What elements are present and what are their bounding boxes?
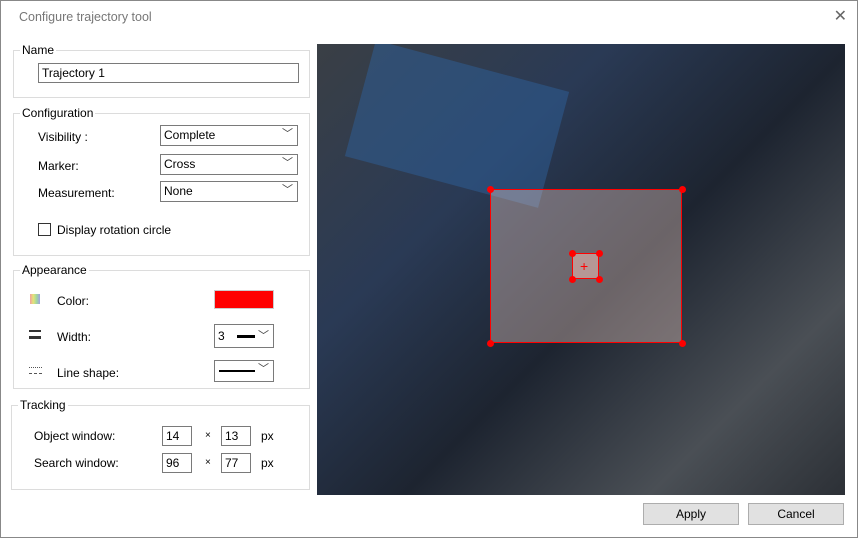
tracking-label: Tracking: [18, 398, 68, 412]
resize-handle[interactable]: [595, 249, 603, 257]
chevron-down-icon: ﹀: [258, 330, 269, 342]
chevron-down-icon: ﹀: [282, 128, 293, 140]
visibility-select[interactable]: Complete ﹀: [160, 125, 298, 146]
width-label: Width:: [57, 330, 92, 344]
resize-handle[interactable]: [568, 249, 576, 257]
appearance-group: Appearance Color: Width: 3 ﹀ Line shape: …: [13, 263, 310, 389]
configuration-group: Configuration Visibility : Complete ﹀ Mar…: [13, 106, 310, 256]
configuration-label: Configuration: [20, 106, 96, 120]
unit-label: px: [261, 429, 274, 443]
resize-handle[interactable]: [568, 275, 576, 283]
line-shape-select[interactable]: ﹀: [214, 360, 274, 382]
measurement-label: Measurement:: [38, 186, 115, 200]
marker-label: Marker:: [38, 159, 79, 173]
video-preview[interactable]: +: [317, 44, 845, 495]
cyclist-jersey: [344, 44, 570, 208]
object-width-input[interactable]: 14: [162, 426, 192, 446]
name-group-label: Name: [20, 43, 57, 57]
marker-select[interactable]: Cross ﹀: [160, 154, 298, 175]
measurement-value: None: [164, 184, 193, 198]
marker-value: Cross: [164, 157, 196, 171]
width-select[interactable]: 3 ﹀: [214, 324, 274, 348]
apply-button[interactable]: Apply: [643, 503, 739, 525]
visibility-label: Visibility :: [38, 130, 88, 144]
rotation-circle-label: Display rotation circle: [57, 223, 172, 237]
rotation-circle-checkbox[interactable]: [38, 223, 51, 236]
name-input[interactable]: Trajectory 1: [38, 63, 299, 83]
color-swatch[interactable]: [214, 290, 274, 309]
tracking-group: Tracking Object window: 14 × 13 px Searc…: [11, 398, 310, 490]
name-group: Name Trajectory 1: [13, 43, 310, 98]
cancel-button[interactable]: Cancel: [748, 503, 844, 525]
chevron-down-icon: ﹀: [282, 184, 293, 196]
chevron-down-icon: ﹀: [282, 157, 293, 169]
visibility-value: Complete: [164, 128, 216, 142]
width-value: 3: [218, 329, 225, 343]
palette-icon: [30, 294, 40, 304]
search-width-input[interactable]: 96: [162, 453, 192, 473]
search-height-input[interactable]: 77: [221, 453, 251, 473]
line-shape-label: Line shape:: [57, 366, 120, 380]
search-window-label: Search window:: [34, 456, 119, 470]
resize-handle[interactable]: [486, 339, 494, 347]
appearance-label: Appearance: [20, 263, 89, 277]
times-sign: ×: [205, 457, 211, 468]
measurement-select[interactable]: None ﹀: [160, 181, 298, 202]
line-shape-icon: [29, 367, 42, 374]
color-label: Color:: [57, 294, 90, 308]
resize-handle[interactable]: [486, 185, 494, 193]
window-title: Configure trajectory tool: [19, 10, 152, 24]
times-sign: ×: [205, 430, 211, 441]
resize-handle[interactable]: [678, 339, 686, 347]
close-icon[interactable]: ✕: [834, 6, 847, 26]
width-preview: [237, 335, 255, 338]
object-window-label: Object window:: [34, 429, 116, 443]
line-shape-preview: [219, 370, 255, 372]
resize-handle[interactable]: [678, 185, 686, 193]
chevron-down-icon: ﹀: [258, 363, 269, 375]
line-width-icon: [29, 330, 41, 339]
object-height-input[interactable]: 13: [221, 426, 251, 446]
unit-label: px: [261, 456, 274, 470]
cross-marker-icon: +: [580, 258, 589, 274]
resize-handle[interactable]: [595, 275, 603, 283]
